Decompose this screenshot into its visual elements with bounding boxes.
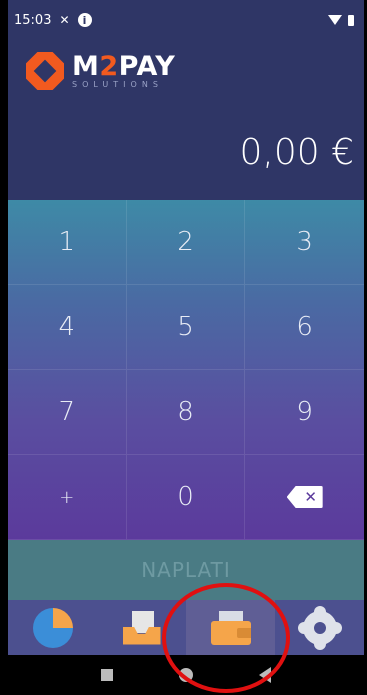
tab-settings[interactable] [275, 600, 364, 655]
wallet-icon [210, 610, 251, 645]
header: M2PAY SOLUTIONS 0,00 € [8, 40, 364, 200]
key-6[interactable]: 6 [245, 285, 364, 370]
battery-icon [348, 14, 354, 26]
missed-call-icon: ✕ [59, 13, 70, 27]
brand-tagline: SOLUTIONS [72, 80, 163, 89]
status-bar: 15:03 ✕ i [8, 0, 364, 40]
inbox-icon [122, 610, 161, 645]
key-9[interactable]: 9 [245, 370, 364, 455]
key-0[interactable]: 0 [126, 455, 246, 540]
key-3[interactable]: 3 [245, 200, 364, 285]
keypad: 1 2 3 4 5 6 7 8 9 + 0 ✕ [8, 200, 364, 540]
amount-display: 0,00 € [239, 132, 354, 173]
key-4[interactable]: 4 [8, 285, 127, 370]
key-7[interactable]: 7 [8, 370, 127, 455]
info-icon: i [77, 13, 92, 27]
back-icon[interactable] [259, 667, 271, 683]
tab-stats[interactable] [8, 600, 97, 655]
key-plus[interactable]: + [8, 455, 127, 540]
key-2[interactable]: 2 [126, 200, 246, 285]
bottom-tab-bar [8, 600, 364, 655]
key-5[interactable]: 5 [126, 285, 246, 370]
tab-inbox[interactable] [97, 600, 186, 655]
wifi-icon [328, 15, 342, 25]
app-screen: 15:03 ✕ i M2PAY SOLUTIONS 0,00 € 1 2 3 4… [8, 0, 364, 695]
pay-button[interactable]: NAPLATI [8, 540, 364, 600]
clock: 15:03 [14, 12, 52, 28]
tab-wallet[interactable] [186, 600, 275, 655]
home-icon[interactable] [179, 668, 193, 682]
logo-icon [26, 52, 64, 90]
backspace-button[interactable]: ✕ [245, 455, 364, 540]
gear-icon [302, 610, 337, 645]
brand-logo: M2PAY SOLUTIONS [26, 52, 175, 90]
brand-name: M2PAY [72, 51, 176, 82]
pie-chart-icon [32, 607, 73, 648]
recents-icon[interactable] [101, 669, 113, 681]
key-8[interactable]: 8 [126, 370, 246, 455]
key-1[interactable]: 1 [8, 200, 127, 285]
system-nav-bar [8, 655, 364, 695]
backspace-icon: ✕ [286, 486, 323, 508]
